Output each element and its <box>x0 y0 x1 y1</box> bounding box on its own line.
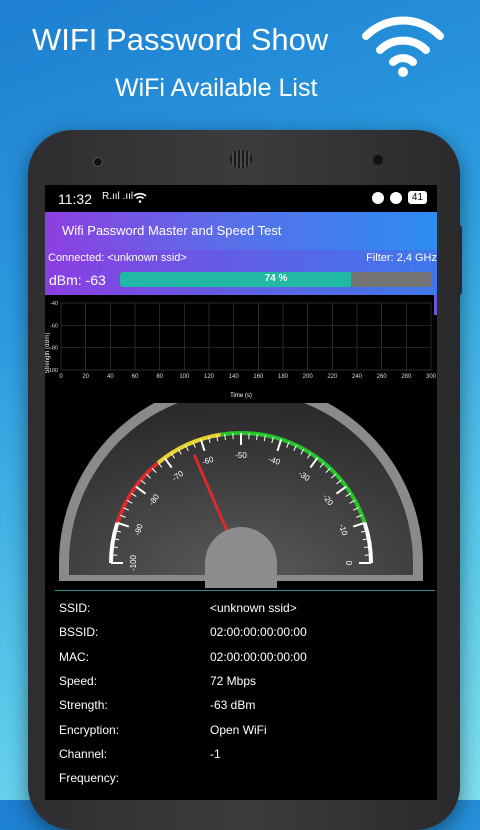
graph-x-tick: 0 <box>59 374 63 380</box>
app-title: Wifi Password Master and Speed Test <box>62 223 281 238</box>
phone-camera <box>93 157 103 167</box>
gauge-tick-label: -50 <box>235 451 247 460</box>
graph-y-tick: -40 <box>50 301 58 307</box>
graph-x-tick: 140 <box>229 374 240 380</box>
graph-x-tick: 80 <box>156 374 163 380</box>
detail-value: Open WiFi <box>210 723 267 737</box>
graph-x-tick: 60 <box>132 374 139 380</box>
graph-x-tick: 20 <box>82 374 89 380</box>
signal-graph-plot: Strength (dBm) Time (s) 0204060801001201… <box>45 295 437 403</box>
divider <box>55 590 435 591</box>
detail-value: -63 dBm <box>210 698 255 712</box>
graph-scroll-indicator <box>434 295 437 315</box>
graph-x-tick: 160 <box>253 374 264 380</box>
phone-speaker <box>230 150 252 168</box>
gauge-tick-label: -100 <box>129 554 138 571</box>
signal-gauge: -100-90-80-70-60-50-40-30-20-100 <box>45 403 437 588</box>
detail-value: 02:00:00:00:00:00 <box>210 650 307 664</box>
graph-x-tick: 100 <box>179 374 190 380</box>
detail-row: Strength: -63 dBm <box>45 694 437 718</box>
lock-icon <box>390 192 402 204</box>
detail-label: Encryption: <box>59 723 119 737</box>
detail-row: MAC: 02:00:00:00:00:00 <box>45 646 437 670</box>
graph-x-tick: 280 <box>401 374 412 380</box>
detail-label: Channel: <box>59 747 107 761</box>
gauge-tick-label: 0 <box>344 561 353 566</box>
detail-row: Frequency: <box>45 767 437 791</box>
detail-value: -1 <box>210 747 221 761</box>
status-wifi-icon <box>133 192 147 203</box>
graph-y-tick: -100 <box>47 368 58 374</box>
detail-label: Strength: <box>59 698 108 712</box>
app-bar: Wifi Password Master and Speed Test <box>45 212 437 250</box>
phone-side-button <box>456 225 462 295</box>
dbm-label: dBm: -63 <box>49 272 106 288</box>
signal-gauge-dial: -100-90-80-70-60-50-40-30-20-100 <box>45 403 437 588</box>
detail-value: 02:00:00:00:00:00 <box>210 625 307 639</box>
phone-screen: 11:32 R.ııl .ııl 41 Wifi Password Master… <box>45 185 437 800</box>
notification-icon <box>372 192 384 204</box>
graph-x-tick: 120 <box>204 374 215 380</box>
band-filter[interactable]: Filter: 2,4 GHz <box>366 252 437 264</box>
promo-title: WIFI Password Show <box>32 22 328 58</box>
detail-row: Encryption: Open WiFi <box>45 719 437 743</box>
detail-row: Channel: -1 <box>45 743 437 767</box>
detail-row: Speed: 72 Mbps <box>45 670 437 694</box>
signal-icon: R.ııl .ııl <box>102 191 133 202</box>
signal-progress-text: 74 % <box>120 273 432 284</box>
graph-x-tick: 260 <box>377 374 388 380</box>
graph-xlabel: Time (s) <box>230 393 252 399</box>
detail-row: SSID: <unknown ssid> <box>45 597 437 621</box>
graph-y-tick: -60 <box>50 323 58 329</box>
battery-icon: 41 <box>408 191 427 204</box>
promo-subtitle: WiFi Available List <box>115 74 317 103</box>
status-bar: 11:32 R.ııl .ııl 41 <box>45 185 437 212</box>
connected-label: Connected: <unknown ssid> <box>48 252 187 264</box>
wifi-logo-icon <box>360 14 446 78</box>
detail-label: MAC: <box>59 650 89 664</box>
graph-x-tick: 180 <box>278 374 289 380</box>
detail-label: BSSID: <box>59 625 98 639</box>
graph-x-tick: 300 <box>426 374 437 380</box>
phone-sensor <box>373 155 383 165</box>
detail-value: <unknown ssid> <box>210 601 297 615</box>
detail-label: Speed: <box>59 674 97 688</box>
detail-row: BSSID: 02:00:00:00:00:00 <box>45 621 437 645</box>
graph-x-tick: 200 <box>303 374 314 380</box>
detail-label: SSID: <box>59 601 90 615</box>
signal-graph: Strength (dBm) Time (s) 0204060801001201… <box>45 295 437 403</box>
connection-bar: Connected: <unknown ssid> Filter: 2,4 GH… <box>45 250 437 295</box>
status-time: 11:32 <box>58 191 92 207</box>
graph-x-tick: 240 <box>352 374 363 380</box>
signal-progress-bar: 74 % <box>120 272 432 287</box>
graph-x-tick: 40 <box>107 374 114 380</box>
graph-y-tick: -80 <box>50 346 58 352</box>
detail-label: Frequency: <box>59 771 119 785</box>
graph-x-tick: 220 <box>327 374 338 380</box>
detail-value: 72 Mbps <box>210 674 256 688</box>
